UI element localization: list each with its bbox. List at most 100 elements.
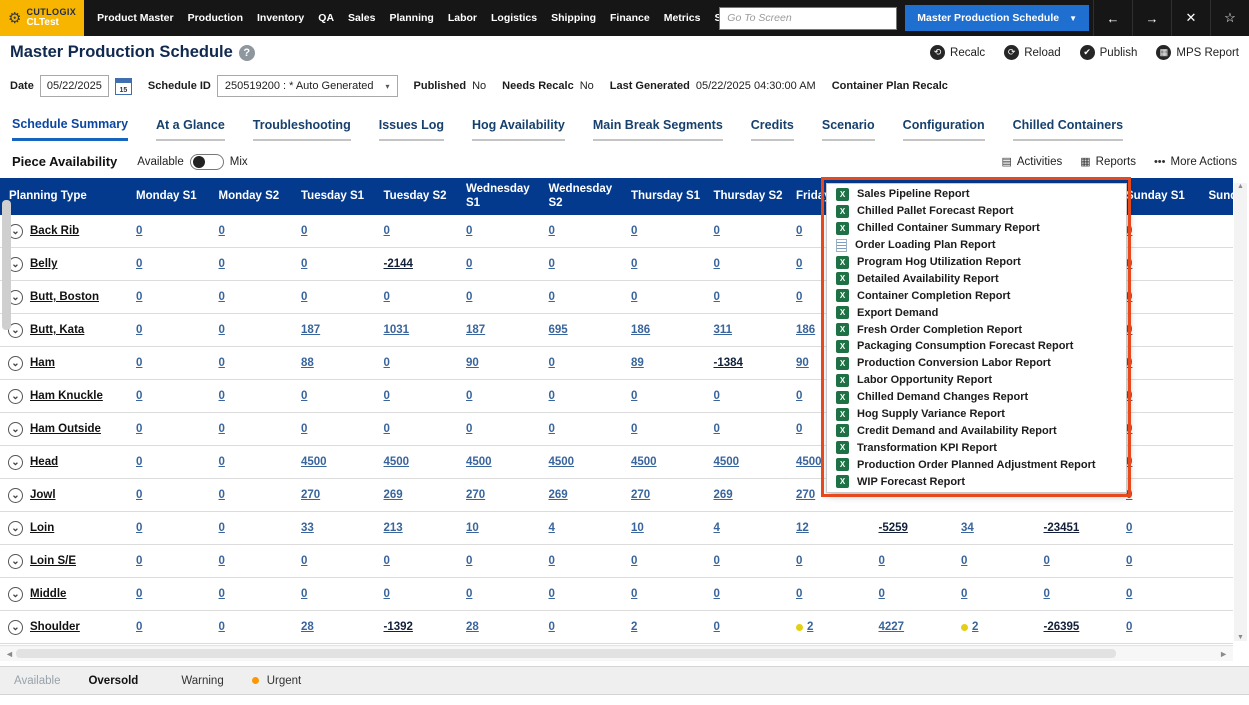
value-link[interactable]: 186 xyxy=(631,324,650,336)
value-link[interactable]: 4500 xyxy=(796,456,822,468)
value-link[interactable]: 4 xyxy=(714,522,720,534)
value-link[interactable]: 0 xyxy=(384,390,390,402)
value-link[interactable]: 0 xyxy=(714,225,720,237)
value-link[interactable]: 0 xyxy=(549,621,555,633)
value-link[interactable]: 0 xyxy=(631,555,637,567)
value-link[interactable]: 4500 xyxy=(466,456,492,468)
value-link[interactable]: 0 xyxy=(384,555,390,567)
value-link[interactable]: -1392 xyxy=(384,621,413,633)
value-link[interactable]: 0 xyxy=(549,390,555,402)
report-menu-item-credit-demand-and-availability-report[interactable]: XCredit Demand and Availability Report xyxy=(827,422,1126,439)
value-link[interactable]: 0 xyxy=(466,588,472,600)
help-icon[interactable]: ? xyxy=(239,45,255,61)
reload-button[interactable]: ⟳Reload xyxy=(1004,45,1060,60)
report-menu-item-detailed-availability-report[interactable]: XDetailed Availability Report xyxy=(827,270,1126,287)
tab-chilled-containers[interactable]: Chilled Containers xyxy=(1013,118,1123,141)
tab-credits[interactable]: Credits xyxy=(751,118,794,141)
planning-type-label[interactable]: Loin S/E xyxy=(30,555,76,567)
value-link[interactable]: 0 xyxy=(466,225,472,237)
planning-type-label[interactable]: Ham Outside xyxy=(30,423,101,435)
app-logo[interactable]: ⚙ CUTLOGIX CLTest xyxy=(0,0,84,36)
menu-item-metrics[interactable]: Metrics xyxy=(657,12,708,24)
expand-chevron-icon[interactable]: ⌄ xyxy=(8,554,23,569)
value-link[interactable]: 0 xyxy=(219,522,225,534)
value-link[interactable]: 0 xyxy=(796,258,802,270)
date-input[interactable]: 05/22/2025 xyxy=(40,75,109,97)
expand-chevron-icon[interactable]: ⌄ xyxy=(8,587,23,602)
value-link[interactable]: 0 xyxy=(219,588,225,600)
value-link[interactable]: 187 xyxy=(466,324,485,336)
value-link[interactable]: 0 xyxy=(219,456,225,468)
value-link[interactable]: 12 xyxy=(796,522,809,534)
tab-at-a-glance[interactable]: At a Glance xyxy=(156,118,225,141)
tab-hog-availability[interactable]: Hog Availability xyxy=(472,118,565,141)
value-link[interactable]: 28 xyxy=(301,621,314,633)
value-link[interactable]: 0 xyxy=(466,390,472,402)
report-menu-item-hog-supply-variance-report[interactable]: XHog Supply Variance Report xyxy=(827,406,1126,423)
value-link[interactable]: 4500 xyxy=(301,456,327,468)
value-link[interactable]: 0 xyxy=(631,588,637,600)
value-link[interactable]: 311 xyxy=(714,324,733,336)
value-link[interactable]: 213 xyxy=(384,522,403,534)
publish-button[interactable]: ✔Publish xyxy=(1080,45,1138,60)
tab-main-break-segments[interactable]: Main Break Segments xyxy=(593,118,723,141)
scroll-left-icon[interactable]: ◄ xyxy=(5,649,14,659)
report-menu-item-sales-pipeline-report[interactable]: XSales Pipeline Report xyxy=(827,186,1126,203)
value-link[interactable]: 0 xyxy=(136,225,142,237)
report-menu-item-chilled-container-summary-report[interactable]: XChilled Container Summary Report xyxy=(827,220,1126,237)
tab-configuration[interactable]: Configuration xyxy=(903,118,985,141)
tab-issues-log[interactable]: Issues Log xyxy=(379,118,444,141)
value-link[interactable]: 0 xyxy=(384,225,390,237)
close-icon[interactable]: ✕ xyxy=(1171,0,1210,36)
value-link[interactable]: 0 xyxy=(219,621,225,633)
recalc-button[interactable]: ⟲Recalc xyxy=(930,45,985,60)
value-link[interactable]: 4500 xyxy=(631,456,657,468)
value-link[interactable]: 1031 xyxy=(384,324,410,336)
value-link[interactable]: 33 xyxy=(301,522,314,534)
value-link[interactable]: 0 xyxy=(219,423,225,435)
planning-type-label[interactable]: Belly xyxy=(30,258,58,270)
value-link[interactable]: 10 xyxy=(631,522,644,534)
value-link[interactable]: 0 xyxy=(136,357,142,369)
value-link[interactable]: 0 xyxy=(136,390,142,402)
value-link[interactable]: 0 xyxy=(301,225,307,237)
value-link[interactable]: 0 xyxy=(631,390,637,402)
value-link[interactable]: 4500 xyxy=(384,456,410,468)
value-link[interactable]: -2144 xyxy=(384,258,413,270)
menu-item-finance[interactable]: Finance xyxy=(603,12,657,24)
value-link[interactable]: 269 xyxy=(384,489,403,501)
planning-type-label[interactable]: Loin xyxy=(30,522,54,534)
goto-screen-input[interactable] xyxy=(719,7,897,30)
value-link[interactable]: 0 xyxy=(796,555,802,567)
report-menu-item-export-demand[interactable]: XExport Demand xyxy=(827,304,1126,321)
value-link[interactable]: 0 xyxy=(219,390,225,402)
value-link[interactable]: 4500 xyxy=(549,456,575,468)
value-link[interactable]: 0 xyxy=(549,258,555,270)
expand-chevron-icon[interactable]: ⌄ xyxy=(8,521,23,536)
value-link[interactable]: 0 xyxy=(219,225,225,237)
report-menu-item-container-completion-report[interactable]: XContainer Completion Report xyxy=(827,287,1126,304)
back-icon[interactable]: ← xyxy=(1093,0,1132,36)
value-link[interactable]: 0 xyxy=(549,291,555,303)
value-link[interactable]: 0 xyxy=(631,423,637,435)
value-link[interactable]: 269 xyxy=(714,489,733,501)
value-link[interactable]: -1384 xyxy=(714,357,743,369)
value-link[interactable]: 0 xyxy=(466,291,472,303)
value-link[interactable]: 0 xyxy=(796,390,802,402)
availability-mix-toggle[interactable] xyxy=(190,154,224,170)
menu-item-qa[interactable]: QA xyxy=(311,12,341,24)
value-link[interactable]: 0 xyxy=(219,291,225,303)
menu-item-logistics[interactable]: Logistics xyxy=(484,12,544,24)
horizontal-scroll-thumb[interactable] xyxy=(16,649,1116,658)
value-link[interactable]: 0 xyxy=(466,555,472,567)
favorite-star-icon[interactable]: ☆ xyxy=(1210,0,1249,36)
value-link[interactable]: 0 xyxy=(301,423,307,435)
reports-button[interactable]: ▦ Reports xyxy=(1080,155,1136,168)
value-link[interactable]: 2 xyxy=(972,621,978,633)
value-link[interactable]: 186 xyxy=(796,324,815,336)
mps-report-button[interactable]: ▦MPS Report xyxy=(1156,45,1239,60)
menu-item-labor[interactable]: Labor xyxy=(441,12,484,24)
value-link[interactable]: 0 xyxy=(631,258,637,270)
value-link[interactable]: 0 xyxy=(549,423,555,435)
value-link[interactable]: 187 xyxy=(301,324,320,336)
